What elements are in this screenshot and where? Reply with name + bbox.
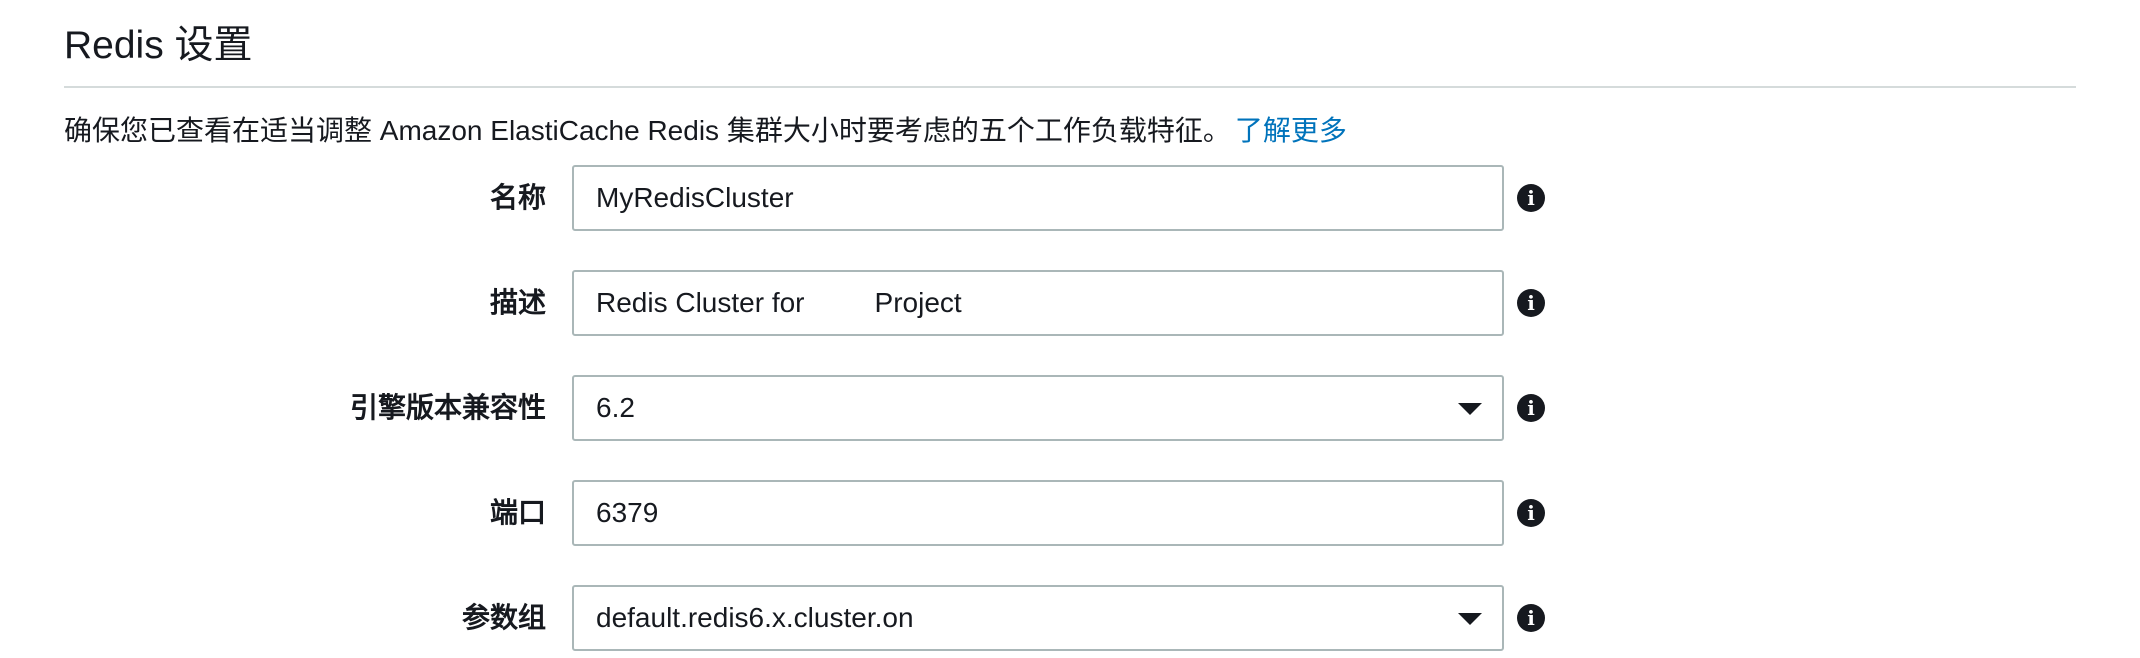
- caret-down-icon[interactable]: [1458, 613, 1482, 625]
- description-text: 确保您已查看在适当调整 Amazon ElastiCache Redis 集群大…: [64, 115, 1231, 146]
- form-row-port: 端口 6379 i: [0, 480, 2140, 546]
- name-input-value: MyRedisCluster: [596, 182, 794, 213]
- name-input[interactable]: MyRedisCluster: [572, 165, 1504, 231]
- name-label: 名称: [489, 182, 546, 213]
- port-input[interactable]: 6379: [572, 480, 1504, 546]
- learn-more-link[interactable]: 了解更多: [1235, 115, 1347, 146]
- parameter-group-selected: default.redis6.x.cluster.on: [596, 602, 914, 633]
- port-label: 端口: [489, 497, 546, 528]
- engine-version-selected: 6.2: [596, 392, 635, 423]
- port-input-value: 6379: [596, 497, 659, 528]
- parameter-group-select[interactable]: default.redis6.x.cluster.on: [572, 585, 1504, 651]
- info-icon[interactable]: i: [1517, 604, 1545, 632]
- engine-version-select[interactable]: 6.2: [572, 375, 1504, 441]
- description-input-value: Redis Cluster for Project: [596, 287, 962, 318]
- caret-down-icon[interactable]: [1458, 403, 1482, 415]
- section-description: 确保您已查看在适当调整 Amazon ElastiCache Redis 集群大…: [64, 110, 1347, 152]
- info-icon[interactable]: i: [1517, 394, 1545, 422]
- section-title: Redis 设置: [64, 24, 253, 67]
- form-row-parameter-group: 参数组 default.redis6.x.cluster.on i: [0, 585, 2140, 651]
- info-icon[interactable]: i: [1517, 499, 1545, 527]
- section-divider: [64, 86, 2076, 88]
- info-icon[interactable]: i: [1517, 184, 1545, 212]
- description-label: 描述: [489, 287, 546, 318]
- engine-version-label: 引擎版本兼容性: [349, 392, 546, 423]
- parameter-group-label: 参数组: [461, 602, 546, 633]
- description-input[interactable]: Redis Cluster for Project: [572, 270, 1504, 336]
- form-row-engine-version: 引擎版本兼容性 6.2 i: [0, 375, 2140, 441]
- info-icon[interactable]: i: [1517, 289, 1545, 317]
- form-row-name: 名称 MyRedisCluster i: [0, 165, 2140, 231]
- form-row-description: 描述 Redis Cluster for Project i: [0, 270, 2140, 336]
